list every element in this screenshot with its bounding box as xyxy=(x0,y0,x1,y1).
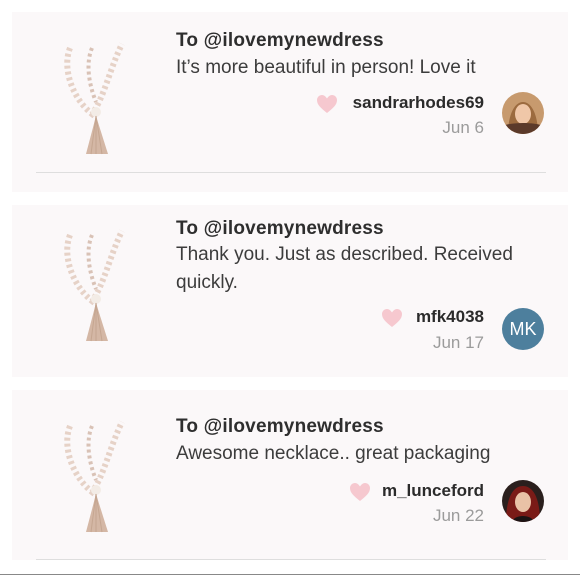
bottom-rule xyxy=(0,574,580,575)
review-date: Jun 6 xyxy=(442,118,484,137)
reviewer-username[interactable]: m_lunceford xyxy=(382,481,484,501)
avatar[interactable] xyxy=(502,92,544,134)
review-date: Jun 17 xyxy=(432,333,484,352)
review-message: Thank you. Just as described. Received q… xyxy=(176,244,513,293)
avatar[interactable] xyxy=(502,480,544,522)
heart-icon[interactable] xyxy=(349,482,371,502)
heart-icon[interactable] xyxy=(381,308,403,328)
review-message: It’s more beautiful in person! Love it xyxy=(176,57,476,78)
reviewer-username[interactable]: mfk4038 xyxy=(416,307,484,327)
review-date: Jun 22 xyxy=(432,506,484,525)
recipient-label: To @ilovemynewdress xyxy=(176,30,384,51)
review-card: To @ilovemynewdress It’s more beautiful … xyxy=(12,12,568,192)
recipient-label: To @ilovemynewdress xyxy=(176,416,384,437)
heart-icon[interactable] xyxy=(316,94,338,114)
recipient-label: To @ilovemynewdress xyxy=(176,218,384,239)
review-card: To @ilovemynewdress Thank you. Just as d… xyxy=(12,205,568,377)
review-message: Awesome necklace.. great packaging xyxy=(176,443,491,464)
review-card: To @ilovemynewdress Awesome necklace.. g… xyxy=(12,390,568,560)
reviewer-username[interactable]: sandrarhodes69 xyxy=(353,93,484,113)
necklace-thumbnail[interactable] xyxy=(52,406,142,536)
necklace-thumbnail[interactable] xyxy=(52,215,142,345)
divider xyxy=(36,559,546,560)
divider xyxy=(36,172,546,173)
avatar[interactable]: MK xyxy=(502,308,544,350)
necklace-thumbnail[interactable] xyxy=(52,28,142,158)
